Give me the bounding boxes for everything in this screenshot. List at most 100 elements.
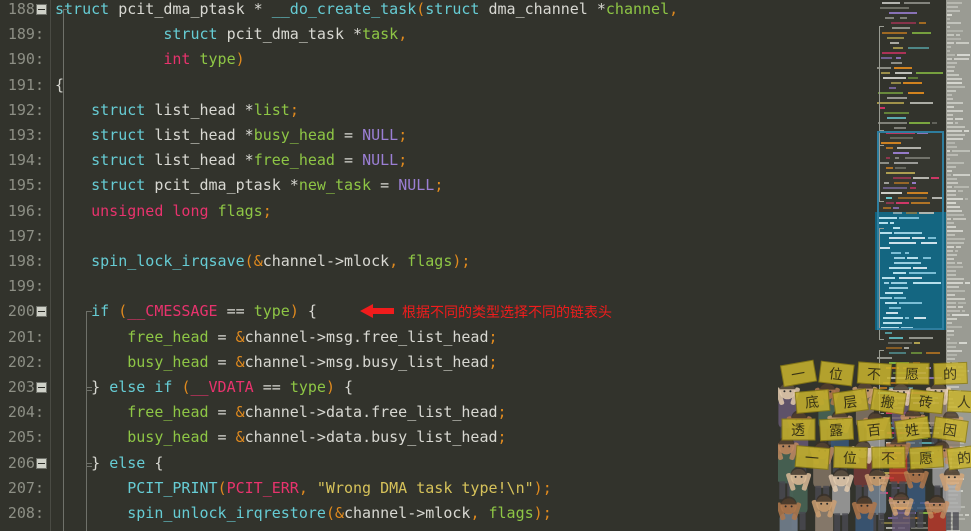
scrollbar-code-mark: [947, 42, 954, 44]
fold-toggle-icon[interactable]: [36, 457, 47, 469]
scrollbar-code-mark: [947, 14, 952, 16]
minimap-code-line: [916, 72, 943, 74]
minimap-code-line: [883, 77, 906, 79]
fold-guide: [63, 9, 69, 531]
line-number: 204:: [7, 403, 44, 422]
scrollbar-code-mark: [947, 178, 957, 180]
editor-window: 188: 189: 190: 191: 192: 193: 194: 195: 196: 197:…: [0, 0, 971, 531]
line-number: 191:: [7, 75, 44, 94]
code-line[interactable]: free_head = &channel->msg.free_list_head…: [55, 325, 497, 350]
fold-toggle-icon[interactable]: [36, 382, 47, 393]
minimap-code-line: [894, 67, 912, 69]
code-line[interactable]: struct pcit_dma_ptask * __do_create_task…: [55, 0, 678, 22]
minimap-code-line: [882, 32, 907, 34]
line-number: 190:: [7, 50, 44, 69]
scrollbar-code-mark: [947, 118, 953, 120]
scrollbar-code-mark: [947, 34, 954, 36]
scrollbar-code-mark: [947, 62, 957, 64]
minimap-code-line: [903, 82, 922, 84]
code-line[interactable]: } else if (__VDATA == type) {: [55, 375, 353, 400]
minimap-code-line: [894, 127, 906, 129]
scrollbar-code-mark: [954, 186, 969, 188]
scrollbar-code-mark: [947, 126, 965, 128]
code-line[interactable]: struct pcit_dma_ptask *new_task = NULL;: [55, 173, 443, 198]
scrollbar-code-mark: [947, 242, 964, 244]
line-number: 194:: [7, 151, 44, 170]
scrollbar-code-mark: [947, 38, 961, 40]
scrollbar-code-mark: [947, 214, 964, 216]
scrollbar-code-mark: [947, 30, 963, 32]
code-line[interactable]: spin_lock_irqsave(&channel->mlock, flags…: [55, 249, 470, 274]
minimap-code-line: [895, 72, 912, 74]
scrollbar-code-mark: [947, 50, 950, 52]
minimap-code-line: [891, 82, 901, 84]
line-number: 193:: [7, 126, 44, 144]
fold-toggle-icon[interactable]: [36, 4, 47, 15]
scrollbar-code-mark: [947, 90, 956, 92]
scrollbar-code-mark: [947, 162, 964, 164]
scrollbar-code-mark: [947, 230, 963, 232]
minimap-code-line: [908, 47, 929, 49]
line-number: 207:: [7, 478, 44, 497]
scrollbar-code-mark: [947, 154, 958, 156]
svg-text:百: 百: [866, 422, 882, 439]
svg-text:一: 一: [790, 366, 807, 384]
fold-guide: [86, 311, 92, 391]
code-line[interactable]: if (__CMESSAGE == type) {: [55, 299, 317, 324]
scrollbar-code-mark: [947, 270, 956, 272]
code-line[interactable]: return NULL;: [55, 526, 235, 531]
code-editor[interactable]: 188: 189: 190: 191: 192: 193: 194: 195: 196: 197:…: [0, 0, 875, 531]
scrollbar-code-mark: [947, 286, 959, 288]
anno-line-200: 根据不同的类型选择不同的链表头: [402, 305, 612, 322]
scrollbar-code-mark: [947, 326, 962, 328]
minimap-code-line: [891, 22, 916, 24]
line-number: 198:: [7, 252, 44, 270]
scrollbar-code-mark: [947, 166, 956, 168]
scrollbar-code-mark: [947, 298, 965, 300]
scrollbar-code-mark: [947, 138, 963, 140]
fold-toggle-icon[interactable]: [36, 306, 47, 318]
code-line[interactable]: unsigned long flags;: [55, 199, 272, 224]
scrollbar-code-mark: [947, 314, 950, 316]
code-line[interactable]: busy_head = &channel->msg.busy_list_head…: [55, 350, 497, 375]
scrollbar-code-mark: [956, 42, 969, 44]
code-line[interactable]: } else {: [55, 451, 163, 476]
scrollbar-code-mark: [956, 246, 961, 248]
scrollbar-code-mark: [947, 278, 964, 280]
scrollbar-code-mark: [952, 314, 969, 316]
scrollbar-code-mark: [947, 86, 965, 88]
scrollbar-code-mark: [955, 250, 958, 252]
code-line[interactable]: spin_unlock_irqrestore(&channel->mlock, …: [55, 501, 551, 526]
scrollbar-code-mark: [965, 282, 970, 284]
scrollbar-code-mark: [947, 250, 953, 252]
minimap-code-line: [884, 112, 909, 114]
scrollbar-code-mark: [964, 130, 969, 132]
scrollbar-code-mark: [957, 262, 962, 264]
scrollbar-code-mark: [956, 34, 960, 36]
scrollbar-code-mark: [947, 290, 965, 292]
code-line[interactable]: busy_head = &channel->data.busy_list_hea…: [55, 425, 506, 450]
svg-text:的: 的: [956, 450, 971, 468]
line-number: 202:: [7, 352, 44, 371]
svg-text:因: 因: [942, 422, 958, 440]
scrollbar-code-mark: [947, 330, 954, 332]
scrollbar-code-mark: [962, 310, 965, 312]
code-line[interactable]: int type): [55, 47, 244, 72]
minimap-viewport[interactable]: [877, 131, 944, 330]
scrollbar-code-mark: [947, 258, 954, 260]
code-line[interactable]: struct list_head *free_head = NULL;: [55, 148, 407, 173]
svg-text:愿: 愿: [919, 451, 934, 468]
code-line[interactable]: struct list_head *busy_head = NULL;: [55, 123, 407, 148]
code-line[interactable]: struct list_head *list;: [55, 98, 299, 123]
scrollbar-code-mark: [958, 306, 963, 308]
code-line[interactable]: free_head = &channel->data.free_list_hea…: [55, 400, 506, 425]
code-line[interactable]: struct pcit_dma_task *task,: [55, 22, 407, 47]
line-number: 195:: [7, 176, 44, 195]
scrollbar-code-mark: [947, 302, 956, 304]
scrollbar-code-mark: [953, 174, 970, 176]
scrollbar-code-mark: [947, 58, 952, 60]
svg-text:愿: 愿: [905, 367, 919, 383]
line-number: 205:: [7, 428, 44, 447]
svg-text:人: 人: [956, 395, 971, 412]
code-line[interactable]: PCIT_PRINT(PCIT_ERR, "Wrong DMA task typ…: [55, 476, 551, 501]
